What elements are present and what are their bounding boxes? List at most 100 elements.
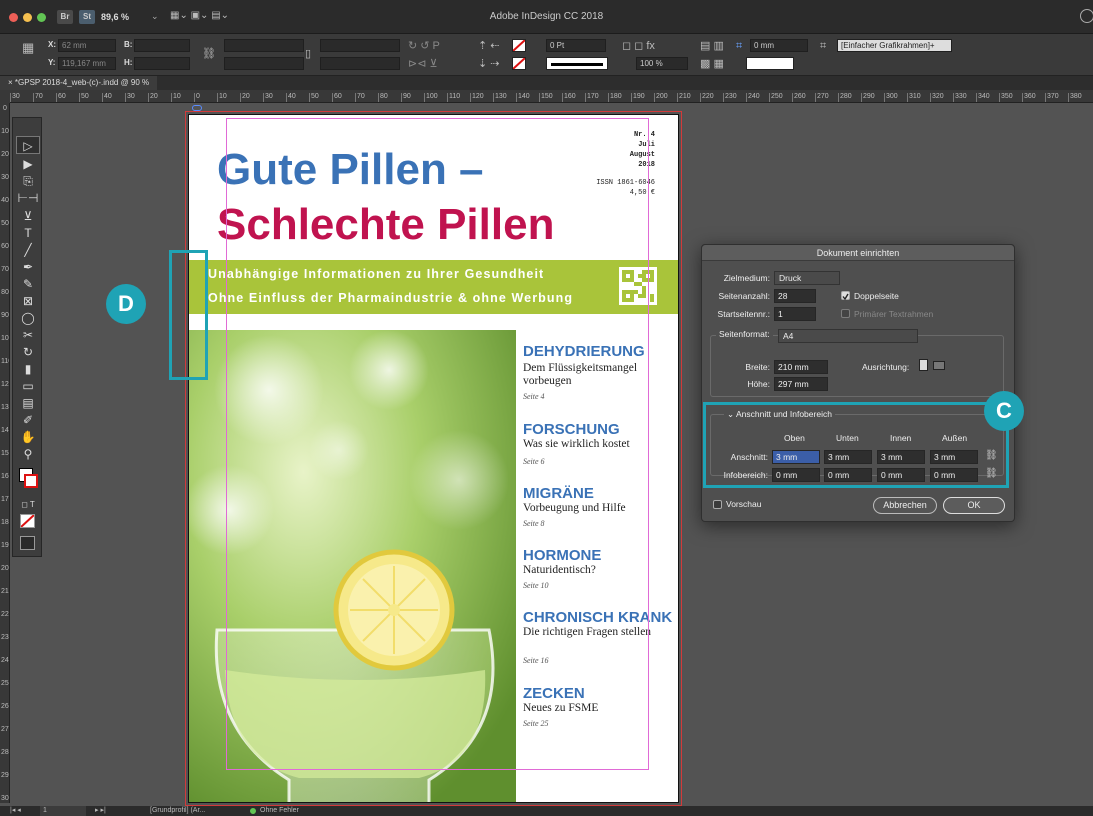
page-height-input[interactable]: 297 mm [774,377,828,391]
ruler-tick-label: 300 [1,795,9,802]
primary-text-frame-checkbox[interactable] [841,309,850,318]
gradient-tool-icon[interactable]: ▮ [16,360,40,378]
first-page-icon[interactable]: |◂ ◂ [10,806,21,816]
page-handle-icon[interactable] [192,105,202,111]
scale-y-input[interactable] [224,57,304,70]
document-tab[interactable]: × *GPSP 2018-4_web-(c)-.indd @ 90 % [0,76,158,90]
vertical-ruler[interactable]: 0 10 20 30 40 50 60 70 80 90 100 110 120 130 140 150 160… [0,103,10,803]
ruler-tick-label: 20 [1,151,9,158]
cancel-button[interactable]: Abbrechen [873,497,937,514]
apply-container-icon[interactable]: ◻ T [16,496,40,514]
tools-panel: ▷ ▶ ⎘ ⊢⊣ ⊻ T ╱ ✒ ✎ ⊠ ◯ ✂ ↻ ▮ ▭ ▤ ✐ ✋ ⚲ ◻… [12,117,42,557]
ruler-tick-label: 190 [1,542,9,549]
line-tool-icon[interactable]: ╱ [16,241,40,259]
shear-input[interactable] [320,57,400,70]
ellipse-tool-icon[interactable]: ◯ [16,309,40,327]
link-scale-icon[interactable]: ▯ [305,48,311,60]
eyedropper-tool-icon[interactable]: ✐ [16,411,40,429]
ruler-tick-label: 170 [585,93,599,102]
zoom-tool-icon[interactable]: ⚲ [16,445,40,463]
type-tool-icon[interactable]: T [16,224,40,242]
next-page-icon[interactable]: ▸ ▸| [95,806,106,816]
ruler-origin[interactable] [0,90,10,103]
format-dropdown[interactable]: A4 [778,329,918,343]
callout-c-highlight [703,402,1009,488]
share-icon[interactable] [1080,9,1093,23]
free-transform-tool-icon[interactable]: ↻ [16,343,40,361]
ok-button[interactable]: OK [943,497,1005,514]
rotate-input[interactable] [320,39,400,52]
stroke-color-icon[interactable] [24,474,38,488]
note-tool-icon[interactable]: ▤ [16,394,40,412]
opacity-input[interactable]: 100 % [636,57,688,70]
screen-mode-icon[interactable] [20,536,35,550]
object-style-dropdown[interactable]: [Einfacher Grafikrahmen]+ [837,39,952,52]
horizontal-ruler[interactable]: 30 70 60 50 40 30 20 10 0 10 20 30 40 50 60 70 80 90 100 11… [10,90,1093,103]
ruler-tick-label: 160 [1,473,9,480]
scale-x-input[interactable] [224,39,304,52]
page-width-input[interactable]: 210 mm [774,360,828,374]
ruler-tick-label: 120 [470,93,484,102]
ruler-tick-label: 370 [1045,93,1059,102]
orientation-label: Ausrichtung: [862,362,910,372]
direct-selection-tool-icon[interactable]: ▶ [16,155,40,173]
ruler-tick-label: 170 [1,496,9,503]
medium-dropdown[interactable]: Druck [774,271,840,285]
ruler-tick-label: 40 [102,93,112,102]
stroke-weight-input[interactable]: 0 Pt [546,39,606,52]
preflight-status[interactable]: Ohne Fehler [260,806,299,816]
ruler-tick-label: 0 [194,93,200,102]
ruler-tick-label: 150 [539,93,553,102]
page-number-field[interactable]: 1 [40,806,86,816]
width-input[interactable] [134,39,190,52]
start-page-label: Startseitennr.: [717,309,770,319]
frame-fitting-icons[interactable]: ◻ ◻ fx [622,40,655,52]
ruler-tick-label: 60 [1,243,9,250]
landscape-icon[interactable] [933,361,945,370]
pen-tool-icon[interactable]: ✒ [16,258,40,276]
reference-point-icon[interactable]: ▦ [22,41,34,54]
height-input[interactable] [134,57,190,70]
y-input[interactable]: 119,167 mm [58,57,116,70]
rotate-icons[interactable]: ↻ ↺ P [408,40,440,52]
fill-swatch-icon[interactable] [512,39,526,52]
preflight-ok-icon [250,808,256,814]
corner-shape-dropdown[interactable] [746,57,794,70]
selection-tool-icon[interactable]: ▷ [16,136,40,154]
ruler-tick-label: 210 [677,93,691,102]
ruler-tick-label: 300 [884,93,898,102]
select-icons[interactable]: ⇡ ⇠ [478,40,500,52]
wrap-icons[interactable]: ▤ ▥ [700,40,724,52]
ruler-tick-label: 60 [56,93,66,102]
object-style-icon[interactable]: ⌗ [820,40,826,52]
stroke-swatch-icon[interactable] [512,57,526,70]
hand-tool-icon[interactable]: ✋ [16,428,40,446]
scissors-tool-icon[interactable]: ✂ [16,326,40,344]
medium-label: Zielmedium: [723,273,770,283]
rectangle-frame-tool-icon[interactable]: ⊠ [16,292,40,310]
flip-icons[interactable]: ⊳⊲ ⊻ [408,58,438,70]
ruler-tick-label: 180 [1,519,9,526]
apply-none-icon[interactable] [20,514,35,528]
facing-pages-checkbox[interactable] [841,291,850,301]
preview-checkbox[interactable] [713,500,722,509]
pages-label: Seitenanzahl: [718,291,770,301]
align-icons[interactable]: ▩ ▦ [700,58,724,70]
select-content-icons[interactable]: ⇣ ⇢ [478,58,500,70]
portrait-icon[interactable] [919,359,928,371]
gradient-feather-tool-icon[interactable]: ▭ [16,377,40,395]
constrain-proportions-icon[interactable]: ⛓ [202,48,216,60]
page-tool-icon[interactable]: ⎘ [16,172,40,190]
pencil-tool-icon[interactable]: ✎ [16,275,40,293]
pages-input[interactable]: 28 [774,289,816,303]
content-collector-icon[interactable]: ⊻ [16,207,40,225]
x-input[interactable]: 62 mm [58,39,116,52]
x-label: X: [48,40,56,49]
stroke-type-dropdown[interactable] [546,57,608,70]
master-page-label[interactable]: [Grundprofil] (Ar... [150,806,205,816]
ruler-tick-label: 0 [3,105,7,112]
gap-tool-icon[interactable]: ⊢⊣ [16,189,40,207]
start-page-input[interactable]: 1 [774,307,816,321]
corner-size-input[interactable]: 0 mm [750,39,808,52]
corner-icon[interactable]: ⌗ [736,40,742,52]
